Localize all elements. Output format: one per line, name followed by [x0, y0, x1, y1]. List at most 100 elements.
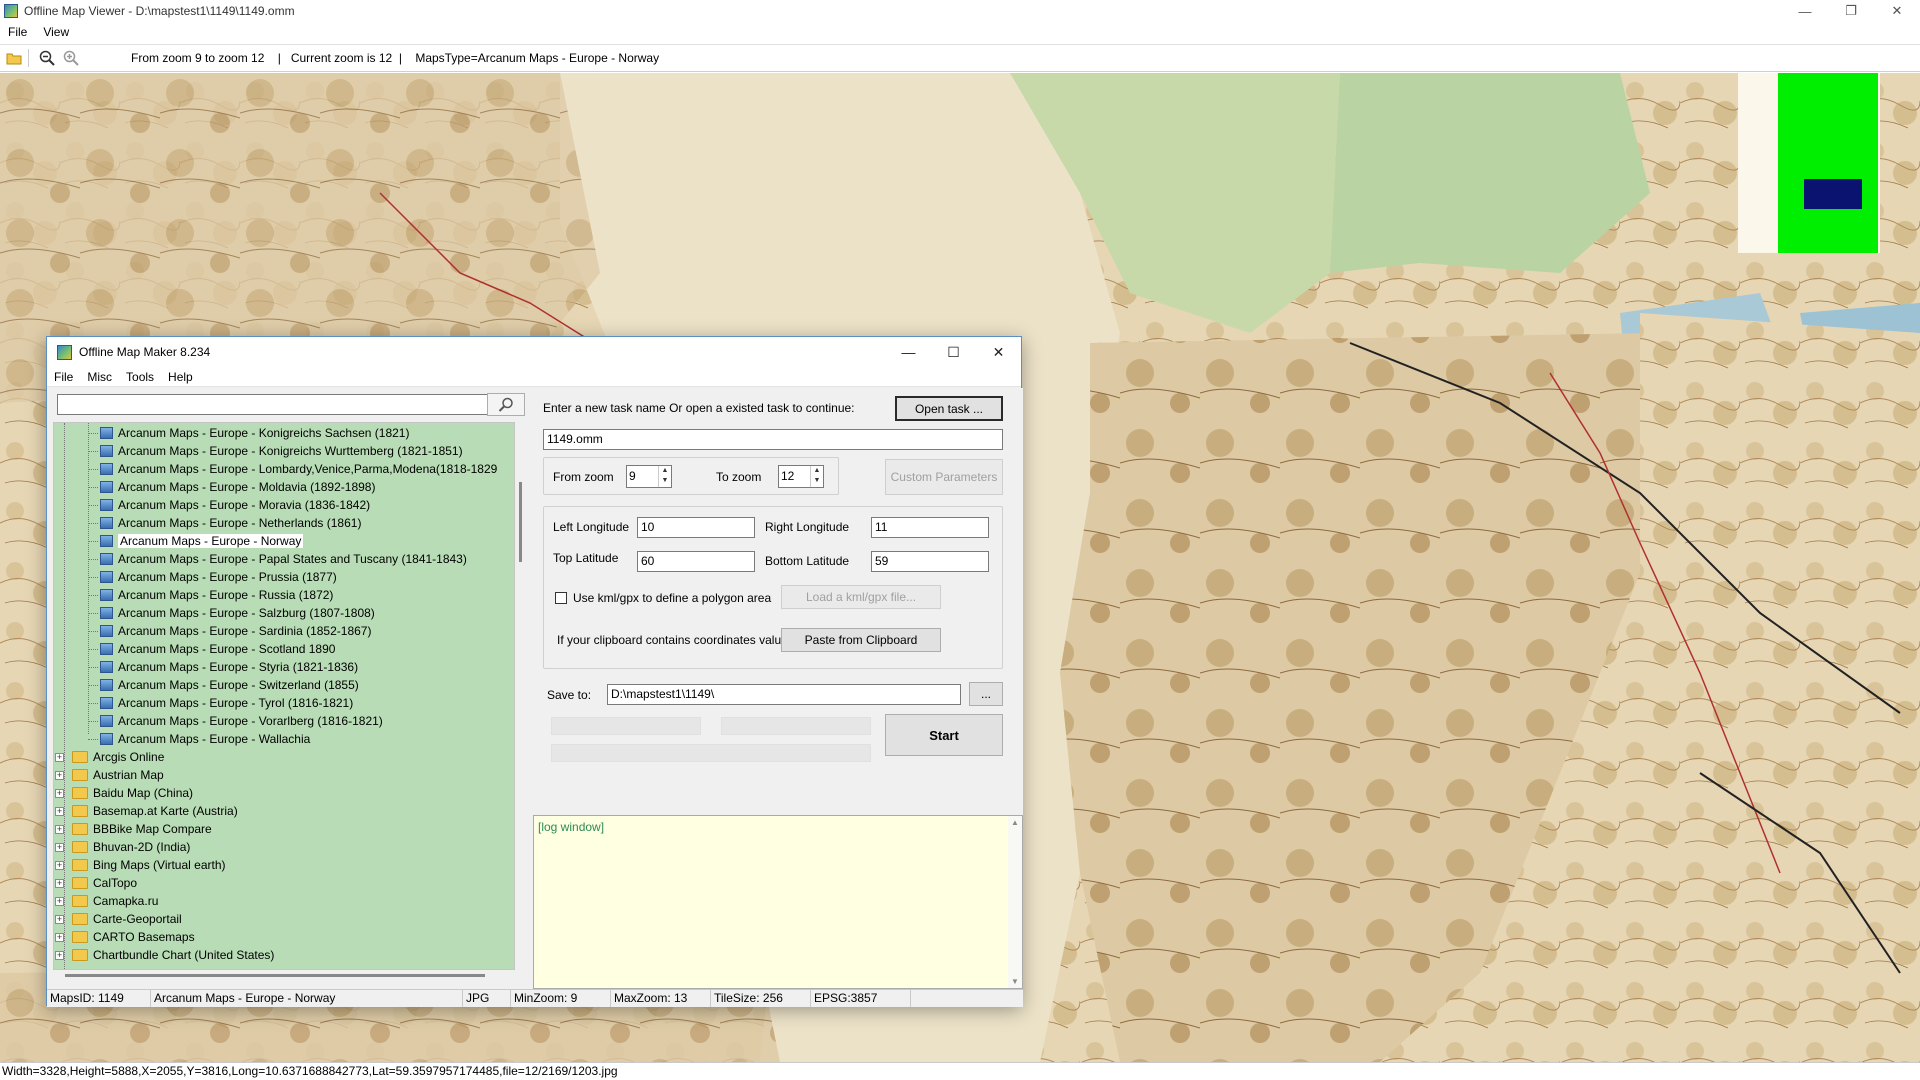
top-latitude-input[interactable]: 60 [637, 551, 755, 572]
load-kml-button[interactable]: Load a kml/gpx file... [781, 585, 941, 609]
maker-maximize-button[interactable]: ☐ [931, 337, 976, 367]
zoom-out-icon[interactable] [37, 48, 57, 68]
restore-button[interactable]: ❐ [1828, 0, 1874, 22]
custom-parameters-button[interactable]: Custom Parameters [885, 459, 1003, 495]
scroll-up-icon[interactable]: ▲ [1008, 818, 1022, 827]
save-to-input[interactable]: D:\mapstest1\1149\ [607, 684, 961, 705]
tree-item-map[interactable]: Arcanum Maps - Europe - Konigreichs Sach… [88, 424, 409, 442]
scroll-down-icon[interactable]: ▼ [1008, 977, 1022, 986]
menu-file[interactable]: File [0, 25, 35, 39]
map-layer-icon [100, 625, 113, 637]
tree-item-label: Bing Maps (Virtual earth) [93, 858, 226, 872]
tree-item-folder[interactable]: + Bing Maps (Virtual earth) [55, 856, 226, 874]
bottom-latitude-input[interactable]: 59 [871, 551, 989, 572]
tree-item-map[interactable]: Arcanum Maps - Europe - Styria (1821-183… [88, 658, 358, 676]
log-text: [log window] [538, 820, 605, 834]
from-zoom-spinner[interactable]: 9 ▲ ▼ [626, 465, 672, 488]
map-source-tree[interactable]: Arcanum Maps - Europe - Konigreichs Sach… [53, 422, 515, 970]
zoom-info-text: From zoom 9 to zoom 12 | Current zoom is… [131, 51, 660, 65]
tree-item-folder[interactable]: + Basemap.at Karte (Austria) [55, 802, 238, 820]
folder-icon [72, 751, 88, 763]
tree-item-map[interactable]: Arcanum Maps - Europe - Salzburg (1807-1… [88, 604, 375, 622]
spinner-arrows[interactable]: ▲ ▼ [810, 466, 823, 487]
tree-item-map[interactable]: Arcanum Maps - Europe - Papal States and… [88, 550, 467, 568]
browse-button[interactable]: ... [969, 682, 1003, 706]
maker-close-button[interactable]: ✕ [976, 337, 1021, 367]
tree-item-label: Arcanum Maps - Europe - Lombardy,Venice,… [118, 462, 498, 476]
tree-item-map[interactable]: Arcanum Maps - Europe - Moldavia (1892-1… [88, 478, 375, 496]
tree-item-folder[interactable]: + Austrian Map [55, 766, 164, 784]
expand-icon[interactable]: + [55, 860, 64, 870]
spinner-up-icon[interactable]: ▲ [659, 466, 671, 476]
tree-item-map[interactable]: Arcanum Maps - Europe - Prussia (1877) [88, 568, 337, 586]
tree-item-folder[interactable]: + Chartbundle Chart (United States) [55, 946, 274, 964]
minimap-viewport-indicator[interactable] [1804, 179, 1862, 209]
start-button[interactable]: Start [885, 714, 1003, 756]
expand-icon[interactable]: + [55, 770, 64, 780]
tree-item-folder[interactable]: + CARTO Basemaps [55, 928, 195, 946]
spinner-arrows[interactable]: ▲ ▼ [658, 466, 671, 487]
maker-menu-misc[interactable]: Misc [80, 370, 119, 384]
tree-item-folder[interactable]: + Baidu Map (China) [55, 784, 193, 802]
log-scrollbar[interactable]: ▲ ▼ [1008, 816, 1022, 988]
to-zoom-spinner[interactable]: 12 ▲ ▼ [778, 465, 824, 488]
tree-item-map[interactable]: Arcanum Maps - Europe - Scotland 1890 [88, 640, 335, 658]
tree-item-folder[interactable]: + CalTopo [55, 874, 137, 892]
close-button[interactable]: ✕ [1874, 0, 1920, 22]
tree-item-map[interactable]: Arcanum Maps - Europe - Konigreichs Wurt… [88, 442, 463, 460]
maker-menu-help[interactable]: Help [161, 370, 200, 384]
expand-icon[interactable]: + [55, 932, 64, 942]
expand-icon[interactable]: + [55, 788, 64, 798]
overview-minimap[interactable] [1738, 73, 1880, 253]
expand-icon[interactable]: + [55, 950, 64, 960]
tree-item-map[interactable]: Arcanum Maps - Europe - Netherlands (186… [88, 514, 361, 532]
minimize-button[interactable]: — [1782, 0, 1828, 22]
use-kml-checkbox[interactable] [555, 592, 567, 604]
map-search-input[interactable] [57, 394, 489, 415]
task-name-input[interactable]: 1149.omm [543, 429, 1003, 450]
expand-icon[interactable]: + [55, 842, 64, 852]
spinner-down-icon[interactable]: ▼ [659, 476, 671, 486]
tree-item-label: Arcanum Maps - Europe - Salzburg (1807-1… [118, 606, 375, 620]
tree-item-label: CARTO Basemaps [93, 930, 195, 944]
paste-clipboard-button[interactable]: Paste from Clipboard [781, 628, 941, 652]
tree-item-map[interactable]: Arcanum Maps - Europe - Wallachia [88, 730, 310, 748]
expand-icon[interactable]: + [55, 914, 64, 924]
tree-item-folder[interactable]: + Carte-Geoportail [55, 910, 182, 928]
viewer-menubar: File View [0, 22, 1920, 42]
open-task-button[interactable]: Open task ... [895, 396, 1003, 421]
search-button[interactable] [487, 393, 525, 416]
tree-line [88, 702, 98, 704]
expand-icon[interactable]: + [55, 806, 64, 816]
tree-item-map[interactable]: Arcanum Maps - Europe - Lombardy,Venice,… [88, 460, 497, 478]
maker-menu-file[interactable]: File [47, 370, 80, 384]
scroll-thumb[interactable] [519, 482, 522, 562]
tree-item-map[interactable]: Arcanum Maps - Europe - Tyrol (1816-1821… [88, 694, 353, 712]
menu-view[interactable]: View [35, 25, 77, 39]
tree-item-folder[interactable]: + BBBike Map Compare [55, 820, 212, 838]
tree-item-map[interactable]: Arcanum Maps - Europe - Moravia (1836-18… [88, 496, 370, 514]
right-longitude-input[interactable]: 11 [871, 517, 989, 538]
expand-icon[interactable]: + [55, 752, 64, 762]
open-folder-icon[interactable] [4, 48, 24, 68]
expand-icon[interactable]: + [55, 896, 64, 906]
tree-item-folder[interactable]: + Bhuvan-2D (India) [55, 838, 190, 856]
tree-item-folder[interactable]: + Camapka.ru [55, 892, 158, 910]
log-window[interactable]: [log window] ▲ ▼ [533, 815, 1023, 989]
tree-item-map[interactable]: Arcanum Maps - Europe - Sardinia (1852-1… [88, 622, 371, 640]
spinner-down-icon[interactable]: ▼ [811, 476, 823, 486]
tree-item-folder[interactable]: + Arcgis Online [55, 748, 164, 766]
maker-menu-tools[interactable]: Tools [119, 370, 161, 384]
tree-vertical-scrollbar[interactable] [517, 422, 525, 970]
tree-item-map[interactable]: Arcanum Maps - Europe - Vorarlberg (1816… [88, 712, 383, 730]
tree-item-map[interactable]: Arcanum Maps - Europe - Switzerland (185… [88, 676, 359, 694]
expand-icon[interactable]: + [55, 878, 64, 888]
left-longitude-input[interactable]: 10 [637, 517, 755, 538]
expand-icon[interactable]: + [55, 824, 64, 834]
tree-item-map[interactable]: Arcanum Maps - Europe - Norway [88, 532, 304, 550]
tree-horizontal-scrollbar[interactable] [65, 974, 485, 977]
zoom-in-icon[interactable] [61, 48, 81, 68]
tree-item-map[interactable]: Arcanum Maps - Europe - Russia (1872) [88, 586, 333, 604]
maker-minimize-button[interactable]: — [886, 337, 931, 367]
spinner-up-icon[interactable]: ▲ [811, 466, 823, 476]
